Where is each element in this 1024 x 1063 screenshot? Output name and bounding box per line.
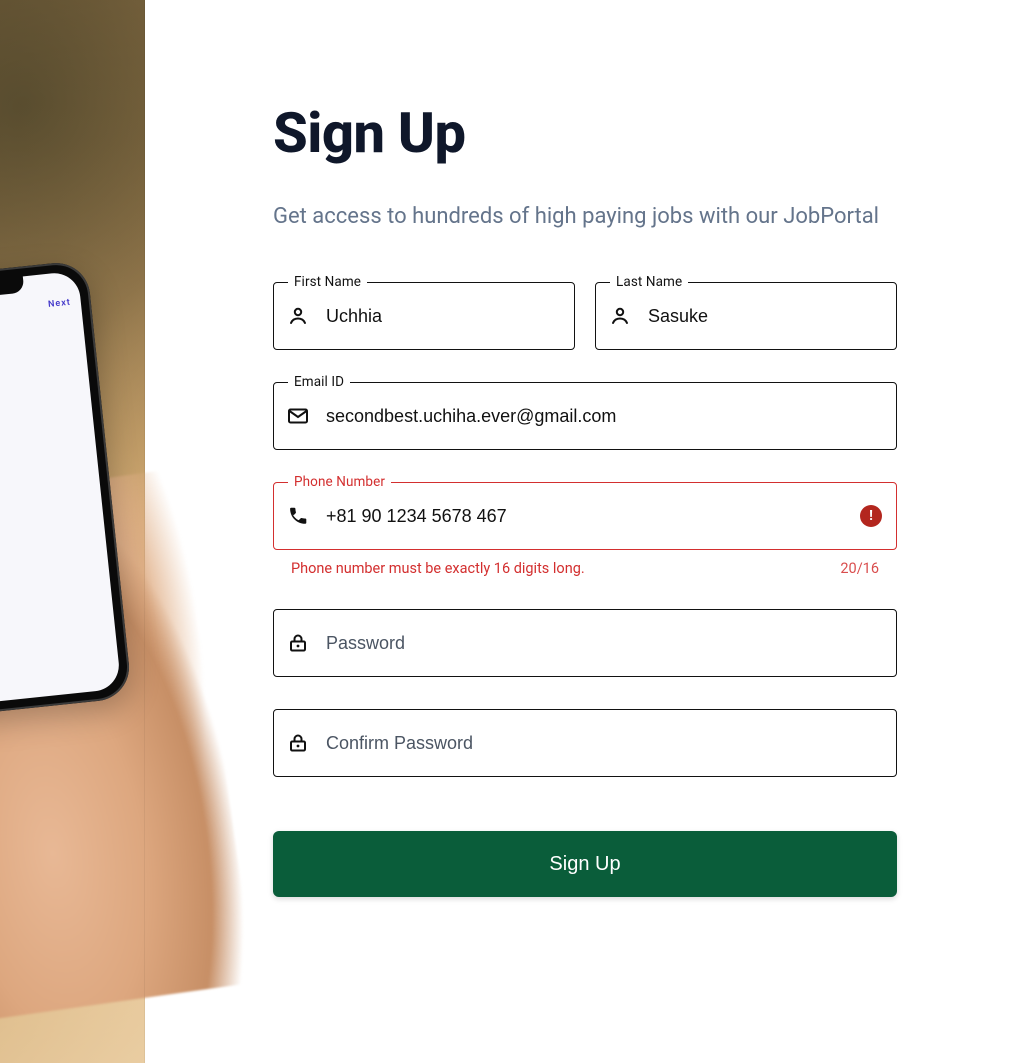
confirm-password-input[interactable] — [326, 710, 882, 776]
phone-error-text: Phone number must be exactly 16 digits l… — [291, 560, 585, 577]
page-subtitle: Get access to hundreds of high paying jo… — [273, 200, 893, 234]
signup-form-panel: Sign Up Get access to hundreds of high p… — [145, 0, 1024, 1063]
first-name-label: First Name — [288, 274, 367, 290]
person-icon — [608, 304, 632, 328]
phone-input[interactable] — [326, 483, 850, 549]
page-title: Sign Up — [273, 100, 960, 166]
lock-icon — [286, 631, 310, 655]
password-input[interactable] — [326, 610, 882, 676]
phone-helper-row: Phone number must be exactly 16 digits l… — [273, 560, 897, 577]
lock-icon — [286, 731, 310, 755]
person-icon — [286, 304, 310, 328]
last-name-input[interactable] — [648, 283, 882, 349]
mail-icon — [286, 404, 310, 428]
signup-button[interactable]: Sign Up — [273, 831, 897, 897]
phone-label: Phone Number — [288, 474, 391, 490]
signup-form: First Name Last Name — [273, 282, 897, 897]
email-input[interactable] — [326, 383, 882, 449]
last-name-field[interactable]: Last Name — [595, 282, 897, 350]
phone-icon — [286, 504, 310, 528]
phone-char-counter: 20/16 — [840, 560, 879, 577]
first-name-input[interactable] — [326, 283, 560, 349]
first-name-field[interactable]: First Name — [273, 282, 575, 350]
phone-field[interactable]: Phone Number ! — [273, 482, 897, 550]
email-field[interactable]: Email ID — [273, 382, 897, 450]
last-name-label: Last Name — [610, 274, 688, 290]
error-icon: ! — [860, 505, 882, 527]
email-label: Email ID — [288, 374, 350, 390]
password-field[interactable] — [273, 609, 897, 677]
hero-image-panel: ıll ••• Next — [0, 0, 145, 1063]
confirm-password-field[interactable] — [273, 709, 897, 777]
